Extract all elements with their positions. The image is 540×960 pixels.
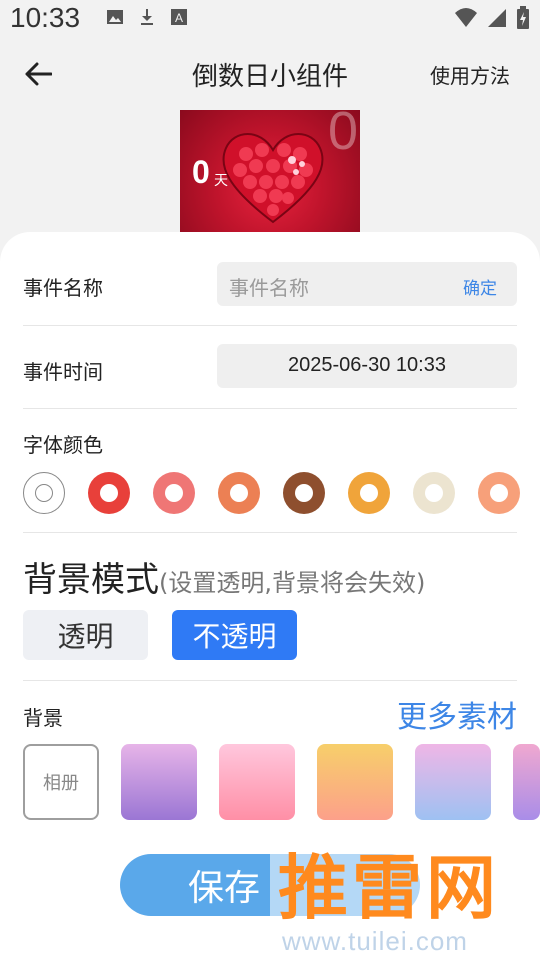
swatch-center <box>360 484 378 502</box>
event-name-input[interactable]: 事件名称 <box>229 272 309 301</box>
event-time-value: 2025-06-30 10:33 <box>288 354 446 376</box>
wifi-icon <box>455 8 477 27</box>
event-time-field[interactable]: 2025-06-30 10:33 <box>217 344 517 388</box>
watermark: 推雷网 www.tuilei.com <box>270 838 540 960</box>
font-color-swatch[interactable] <box>218 472 260 514</box>
image-icon <box>107 10 123 24</box>
event-time-label: 事件时间 <box>23 360 103 384</box>
font-color-row: 字体颜色 <box>23 429 517 458</box>
preview-corner-digit: 0 <box>327 110 358 161</box>
mode-opaque-button[interactable]: 不透明 <box>172 610 297 660</box>
swatch-center <box>165 484 183 502</box>
rose-heart-image <box>222 133 324 224</box>
mode-transparent-button[interactable]: 透明 <box>23 610 148 660</box>
svg-text:A: A <box>175 11 183 25</box>
background-tile[interactable] <box>513 744 540 820</box>
help-link[interactable]: 使用方法 <box>430 60 510 89</box>
selected-indicator <box>35 484 53 502</box>
divider <box>23 408 517 409</box>
divider <box>23 325 517 326</box>
signal-icon <box>488 9 506 27</box>
background-tile[interactable] <box>415 744 491 820</box>
watermark-url: www.tuilei.com <box>282 926 468 956</box>
widget-preview: 0 0 天 2025-06-30 周 <box>180 110 360 250</box>
preview-day-count: 0 <box>192 154 210 190</box>
font-color-swatch[interactable] <box>88 472 130 514</box>
swatch-center <box>230 484 248 502</box>
background-mode-note: (设置透明,背景将会失效) <box>159 569 426 597</box>
confirm-button[interactable]: 确定 <box>463 274 497 299</box>
battery-icon <box>517 6 529 29</box>
event-name-label: 事件名称 <box>23 276 103 300</box>
status-bar: 10:33 A <box>0 0 540 38</box>
divider <box>23 680 517 681</box>
status-time: 10:33 <box>10 2 81 33</box>
background-mode-title: 背景模式 <box>23 560 159 600</box>
font-color-swatch[interactable] <box>23 472 65 514</box>
font-color-swatch[interactable] <box>283 472 325 514</box>
divider <box>23 532 517 533</box>
background-mode-heading: 背景模式(设置透明,背景将会失效) <box>23 552 425 601</box>
event-name-field: 事件名称 确定 <box>217 262 517 306</box>
download-icon <box>141 9 153 25</box>
swatch-center <box>295 484 313 502</box>
font-color-swatch[interactable] <box>478 472 520 514</box>
background-tile[interactable] <box>121 744 197 820</box>
font-color-label: 字体颜色 <box>23 433 103 457</box>
album-tile[interactable]: 相册 <box>23 744 99 820</box>
preview-day-unit: 天 <box>214 173 228 189</box>
background-tile[interactable] <box>317 744 393 820</box>
more-materials-link[interactable]: 更多素材 <box>397 692 517 736</box>
swatch-center <box>425 484 443 502</box>
swatch-center <box>490 484 508 502</box>
background-tile[interactable] <box>219 744 295 820</box>
status-icons-left: A <box>106 8 188 26</box>
watermark-logo-text: 推雷网 <box>278 847 500 929</box>
font-color-swatch[interactable] <box>153 472 195 514</box>
status-icons-right <box>454 6 530 30</box>
swatch-center <box>100 484 118 502</box>
font-color-swatch[interactable] <box>413 472 455 514</box>
font-color-swatches <box>23 472 523 514</box>
text-icon: A <box>171 9 187 25</box>
background-label: 背景 <box>23 706 63 730</box>
app-header: 倒数日小组件 使用方法 <box>0 38 540 110</box>
font-color-swatch[interactable] <box>348 472 390 514</box>
